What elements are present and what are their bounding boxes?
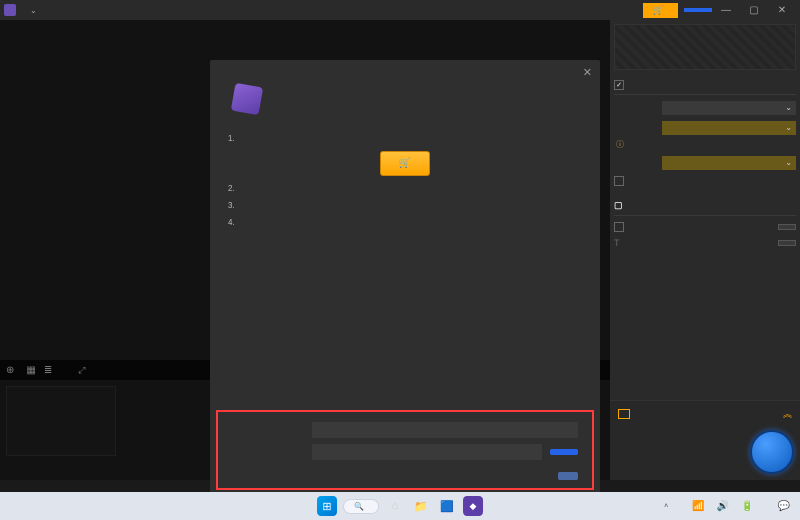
licensed-email-input[interactable] <box>312 422 578 438</box>
more-details-section-header[interactable]: ✓ <box>614 76 796 95</box>
app-icon <box>4 4 16 16</box>
taskbar-search[interactable]: 🔍 <box>343 499 379 514</box>
remind-later-button[interactable] <box>558 472 578 480</box>
reg-step-2: 2. <box>228 184 582 193</box>
settings-sidebar: ✓ ⓘ ▢ <box>610 20 800 480</box>
titlebar: ⌄ 🛒 — ▢ ✕ <box>0 0 800 20</box>
view-prompt-button[interactable] <box>778 224 796 230</box>
buy-now-button-titlebar[interactable]: 🛒 <box>643 3 678 18</box>
license-code-input[interactable] <box>312 444 542 460</box>
task-view-icon[interactable]: ⌂ <box>385 496 405 516</box>
battery-icon[interactable]: 🔋 <box>737 502 757 511</box>
network-icon[interactable]: 📶 <box>688 502 708 511</box>
reg-step-3-text <box>246 201 582 210</box>
preview-thumbnail <box>614 24 796 70</box>
reg-step-1-text <box>246 134 582 143</box>
reg-step-1: 1. <box>228 134 582 143</box>
window-minimize-button[interactable]: — <box>712 1 740 19</box>
buy-now-button[interactable]: 🛒 <box>380 151 430 176</box>
volume-icon[interactable]: 🔊 <box>713 502 733 511</box>
tray-chevron-icon[interactable]: ˄ <box>660 502 672 511</box>
reg-step-4-text <box>246 218 582 227</box>
search-icon: 🔍 <box>354 502 364 511</box>
app1-icon[interactable]: 🟦 <box>437 496 457 516</box>
checkbox-icon[interactable]: ✓ <box>614 80 624 90</box>
reg-step-3: 3. <box>228 201 582 210</box>
run-button[interactable] <box>750 430 794 474</box>
start-button[interactable]: ⊞ <box>317 496 337 516</box>
reg-step-2-text <box>246 184 582 193</box>
windows-taskbar: ⊞ 🔍 ⌂ 📁 🟦 ◆ ˄ 📶 🔊 🔋 💬 <box>0 492 800 520</box>
home-button-titlebar[interactable] <box>684 8 712 12</box>
ai-model-select[interactable] <box>662 121 796 135</box>
export-panel: ︽ <box>610 400 800 480</box>
collapse-icon[interactable]: ︽ <box>783 407 792 420</box>
window-maximize-button[interactable]: ▢ <box>740 1 768 19</box>
text-icon: T <box>614 238 620 248</box>
close-icon[interactable]: ✕ <box>583 66 592 79</box>
registration-dialog: ✕ 1. 🛒 2. 3. 4. <box>210 60 600 500</box>
export-icon <box>618 409 630 419</box>
keep-prompt-checkbox[interactable] <box>614 222 624 232</box>
info-icon: ⓘ <box>616 139 624 150</box>
image-prompt-section-header[interactable]: ▢ <box>614 196 796 216</box>
add-text-button[interactable] <box>778 240 796 246</box>
workspace: ⊕ ▦ ≣ ⤢ ✕ <box>0 20 610 480</box>
prompt-icon: ▢ <box>614 200 623 211</box>
upscale-select[interactable] <box>662 156 796 170</box>
activate-button[interactable] <box>550 449 578 455</box>
aiarty-taskbar-icon[interactable]: ◆ <box>463 496 483 516</box>
twopass-checkbox[interactable] <box>614 176 624 186</box>
reg-step-4: 4. <box>228 218 582 227</box>
explorer-icon[interactable]: 📁 <box>411 496 431 516</box>
main-area: ⊕ ▦ ≣ ⤢ ✕ <box>0 20 800 480</box>
activation-panel <box>216 410 594 490</box>
app-logo <box>228 80 266 118</box>
chevron-down-icon[interactable]: ⌄ <box>30 6 37 15</box>
notifications-icon[interactable]: 💬 <box>774 502 794 511</box>
window-close-button[interactable]: ✕ <box>768 1 796 19</box>
hardware-select[interactable] <box>662 101 796 115</box>
